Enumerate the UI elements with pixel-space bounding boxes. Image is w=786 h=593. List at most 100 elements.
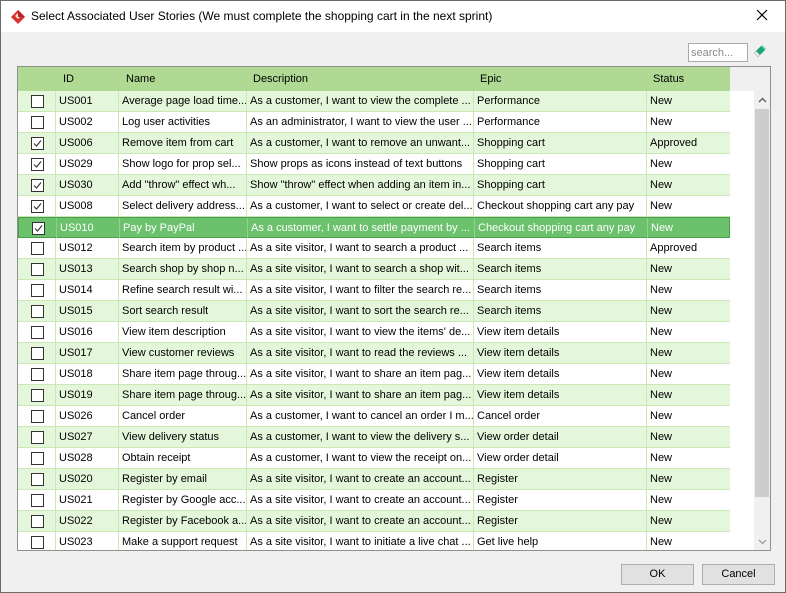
- scroll-thumb[interactable]: [755, 109, 769, 497]
- row-status: New: [650, 347, 673, 359]
- table-row[interactable]: US019 Share item page throug... As a site …: [18, 385, 730, 406]
- table-row[interactable]: US022 Register by Facebook a... As a site …: [18, 511, 730, 532]
- row-status: New: [651, 222, 674, 234]
- table-row[interactable]: US021 Register by Google acc... As a site …: [18, 490, 730, 511]
- row-epic: Cancel order: [474, 406, 647, 426]
- row-epic: View item details: [474, 343, 647, 363]
- checkbox-checked[interactable]: [31, 158, 44, 171]
- row-name: Show logo for prop sel...: [119, 154, 247, 174]
- row-id: US017: [56, 343, 119, 363]
- row-id: US019: [56, 385, 119, 405]
- checkbox-unchecked[interactable]: [31, 368, 44, 381]
- checkbox-unchecked[interactable]: [31, 515, 44, 528]
- checkbox-unchecked[interactable]: [31, 263, 44, 276]
- row-id: US012: [56, 238, 119, 258]
- close-button[interactable]: [739, 1, 785, 32]
- row-id: US028: [56, 448, 119, 468]
- table-row[interactable]: US020 Register by email As a site visitor,…: [18, 469, 730, 490]
- row-name: Share item page throug...: [119, 385, 247, 405]
- row-name: Register by Facebook a...: [119, 511, 247, 531]
- row-status: Approved: [650, 137, 698, 149]
- checkbox-unchecked[interactable]: [31, 326, 44, 339]
- row-name: View delivery status: [119, 427, 247, 447]
- table-row[interactable]: US015 Sort search result As a site visitor…: [18, 301, 730, 322]
- row-name: Average page load time...: [119, 91, 247, 111]
- row-name: View customer reviews: [119, 343, 247, 363]
- checkbox-checked[interactable]: [31, 137, 44, 150]
- row-name: Search shop by shop n...: [119, 259, 247, 279]
- checkbox-unchecked[interactable]: [31, 431, 44, 444]
- checkbox-unchecked[interactable]: [31, 473, 44, 486]
- checkbox-unchecked[interactable]: [31, 95, 44, 108]
- table-row[interactable]: US029 Show logo for prop sel... Show props…: [18, 154, 730, 175]
- row-description: As a customer, I want to settle payment …: [248, 218, 475, 238]
- checkbox-checked[interactable]: [31, 179, 44, 192]
- scroll-up-button[interactable]: [754, 91, 770, 108]
- row-checkbox-cell: [18, 448, 56, 468]
- scroll-down-button[interactable]: [754, 533, 770, 550]
- row-name: Register by email: [119, 469, 247, 489]
- row-name: Register by Google acc...: [119, 490, 247, 510]
- eraser-icon[interactable]: [753, 44, 767, 58]
- row-status: New: [650, 515, 673, 527]
- chevron-up-icon: [758, 94, 767, 106]
- column-header-status[interactable]: Status: [653, 67, 684, 91]
- row-description: As a site visitor, I want to filter the …: [247, 280, 474, 300]
- window-title: Select Associated User Stories (We must …: [31, 9, 493, 23]
- column-header-epic[interactable]: Epic: [480, 67, 501, 91]
- cancel-button[interactable]: Cancel: [702, 564, 775, 585]
- row-epic: View order detail: [474, 427, 647, 447]
- row-status: New: [650, 410, 673, 422]
- checkbox-unchecked[interactable]: [31, 410, 44, 423]
- table-row[interactable]: US027 View delivery status As a customer, …: [18, 427, 730, 448]
- row-checkbox-cell: [18, 175, 56, 195]
- column-header-name[interactable]: Name: [126, 67, 155, 91]
- checkbox-unchecked[interactable]: [31, 242, 44, 255]
- table-row[interactable]: US026 Cancel order As a customer, I want t…: [18, 406, 730, 427]
- table-row[interactable]: US001 Average page load time... As a custo…: [18, 91, 730, 112]
- checkbox-unchecked[interactable]: [31, 452, 44, 465]
- row-description: As a site visitor, I want to share an it…: [247, 364, 474, 384]
- checkbox-checked[interactable]: [31, 200, 44, 213]
- table-row[interactable]: US010 Pay by PayPal As a customer, I want …: [18, 217, 730, 238]
- table-row[interactable]: US013 Search shop by shop n... As a site v…: [18, 259, 730, 280]
- checkbox-unchecked[interactable]: [31, 536, 44, 549]
- row-description: Show "throw" effect when adding an item …: [247, 175, 474, 195]
- table-row[interactable]: US018 Share item page throug... As a site …: [18, 364, 730, 385]
- row-checkbox-cell: [18, 196, 56, 216]
- row-epic: Checkout shopping cart any pay: [475, 218, 648, 238]
- row-id: US016: [56, 322, 119, 342]
- checkbox-unchecked[interactable]: [31, 347, 44, 360]
- row-description: As a site visitor, I want to search a sh…: [247, 259, 474, 279]
- table-row[interactable]: US008 Select delivery address... As a cust…: [18, 196, 730, 217]
- checkbox-unchecked[interactable]: [31, 305, 44, 318]
- checkbox-checked[interactable]: [32, 222, 45, 235]
- checkbox-unchecked[interactable]: [31, 284, 44, 297]
- checkbox-unchecked[interactable]: [31, 494, 44, 507]
- table-row[interactable]: US023 Make a support request As a site vis…: [18, 532, 730, 550]
- checkbox-unchecked[interactable]: [31, 116, 44, 129]
- table-row[interactable]: US012 Search item by product ... As a site…: [18, 238, 730, 259]
- row-checkbox-cell: [18, 322, 56, 342]
- table-row[interactable]: US006 Remove item from cart As a customer,…: [18, 133, 730, 154]
- ok-button[interactable]: OK: [621, 564, 694, 585]
- vertical-scrollbar[interactable]: [753, 91, 770, 550]
- column-header-id[interactable]: ID: [63, 67, 74, 91]
- table-row[interactable]: US030 Add "throw" effect wh... Show "throw…: [18, 175, 730, 196]
- row-description: As an administrator, I want to view the …: [247, 112, 474, 132]
- user-stories-table: ID Name Description Epic Status US001 Ave…: [17, 66, 771, 551]
- row-epic: Shopping cart: [474, 133, 647, 153]
- table-row[interactable]: US017 View customer reviews As a site visi…: [18, 343, 730, 364]
- table-row[interactable]: US016 View item description As a site visi…: [18, 322, 730, 343]
- search-input[interactable]: [689, 44, 749, 62]
- column-header-description[interactable]: Description: [253, 67, 308, 91]
- row-checkbox-cell: [18, 91, 56, 111]
- row-description: As a site visitor, I want to share an it…: [247, 385, 474, 405]
- checkbox-unchecked[interactable]: [31, 389, 44, 402]
- row-epic: Performance: [474, 112, 647, 132]
- table-row[interactable]: US014 Refine search result wi... As a site…: [18, 280, 730, 301]
- search-field[interactable]: [688, 43, 749, 62]
- row-id: US030: [56, 175, 119, 195]
- table-row[interactable]: US028 Obtain receipt As a customer, I want…: [18, 448, 730, 469]
- table-row[interactable]: US002 Log user activities As an administra…: [18, 112, 730, 133]
